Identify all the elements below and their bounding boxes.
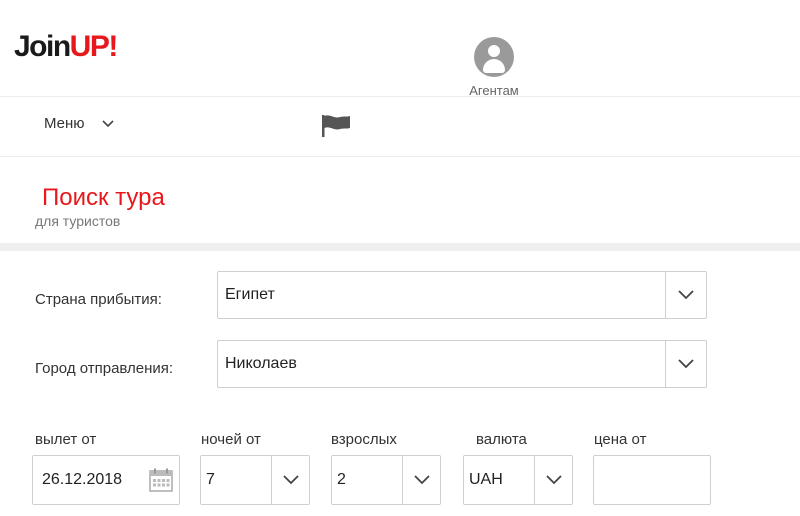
calendar-icon[interactable] — [149, 468, 173, 492]
city-select[interactable]: Николаев — [217, 340, 707, 388]
chevron-down-icon — [678, 290, 694, 300]
page-subtitle: для туристов — [35, 213, 121, 229]
currency-dropdown-toggle[interactable] — [534, 456, 572, 504]
city-value: Николаев — [225, 355, 297, 372]
departure-label: вылет от — [35, 431, 97, 448]
menu-dropdown[interactable]: Меню — [44, 115, 115, 132]
adults-dropdown-toggle[interactable] — [402, 456, 440, 504]
logo-text-join: Join — [14, 30, 71, 63]
currency-label: валюта — [476, 431, 527, 448]
header-divider — [0, 96, 800, 97]
logo-text-up: UP — [69, 30, 110, 63]
currency-select[interactable]: UAH — [463, 455, 573, 505]
departure-date-value: 26.12.2018 — [42, 471, 123, 488]
city-label: Город отправления: — [35, 360, 174, 377]
country-label: Страна прибытия: — [35, 291, 162, 308]
menu-label: Меню — [44, 115, 85, 132]
nights-dropdown-toggle[interactable] — [271, 456, 309, 504]
country-dropdown-toggle[interactable] — [665, 272, 706, 318]
joinup-logo[interactable]: JoinUP! — [14, 30, 118, 64]
adults-value: 2 — [337, 471, 346, 488]
agents-link[interactable]: Агентам — [462, 37, 526, 98]
country-value: Египет — [225, 286, 275, 303]
adults-label: взрослых — [331, 431, 397, 448]
currency-value: UAH — [469, 471, 503, 488]
chevron-down-icon — [678, 359, 694, 369]
chevron-down-icon — [282, 475, 299, 485]
section-band — [0, 243, 800, 251]
chevron-down-icon — [545, 475, 562, 485]
flag-icon[interactable] — [320, 114, 352, 138]
user-icon — [474, 37, 514, 77]
chevron-down-icon — [413, 475, 430, 485]
nights-value: 7 — [206, 471, 215, 488]
nights-select[interactable]: 7 — [200, 455, 310, 505]
price-from-input[interactable] — [593, 455, 711, 505]
nights-label: ночей от — [201, 431, 261, 448]
nav-divider — [0, 156, 800, 157]
logo-text-exclaim: ! — [108, 30, 118, 63]
page-title: Поиск тура — [42, 184, 165, 211]
country-select[interactable]: Египет — [217, 271, 707, 319]
adults-select[interactable]: 2 — [331, 455, 441, 505]
price-label: цена от — [594, 431, 647, 448]
departure-date-input[interactable]: 26.12.2018 — [32, 455, 180, 505]
chevron-down-icon — [101, 119, 114, 127]
city-dropdown-toggle[interactable] — [665, 341, 706, 387]
